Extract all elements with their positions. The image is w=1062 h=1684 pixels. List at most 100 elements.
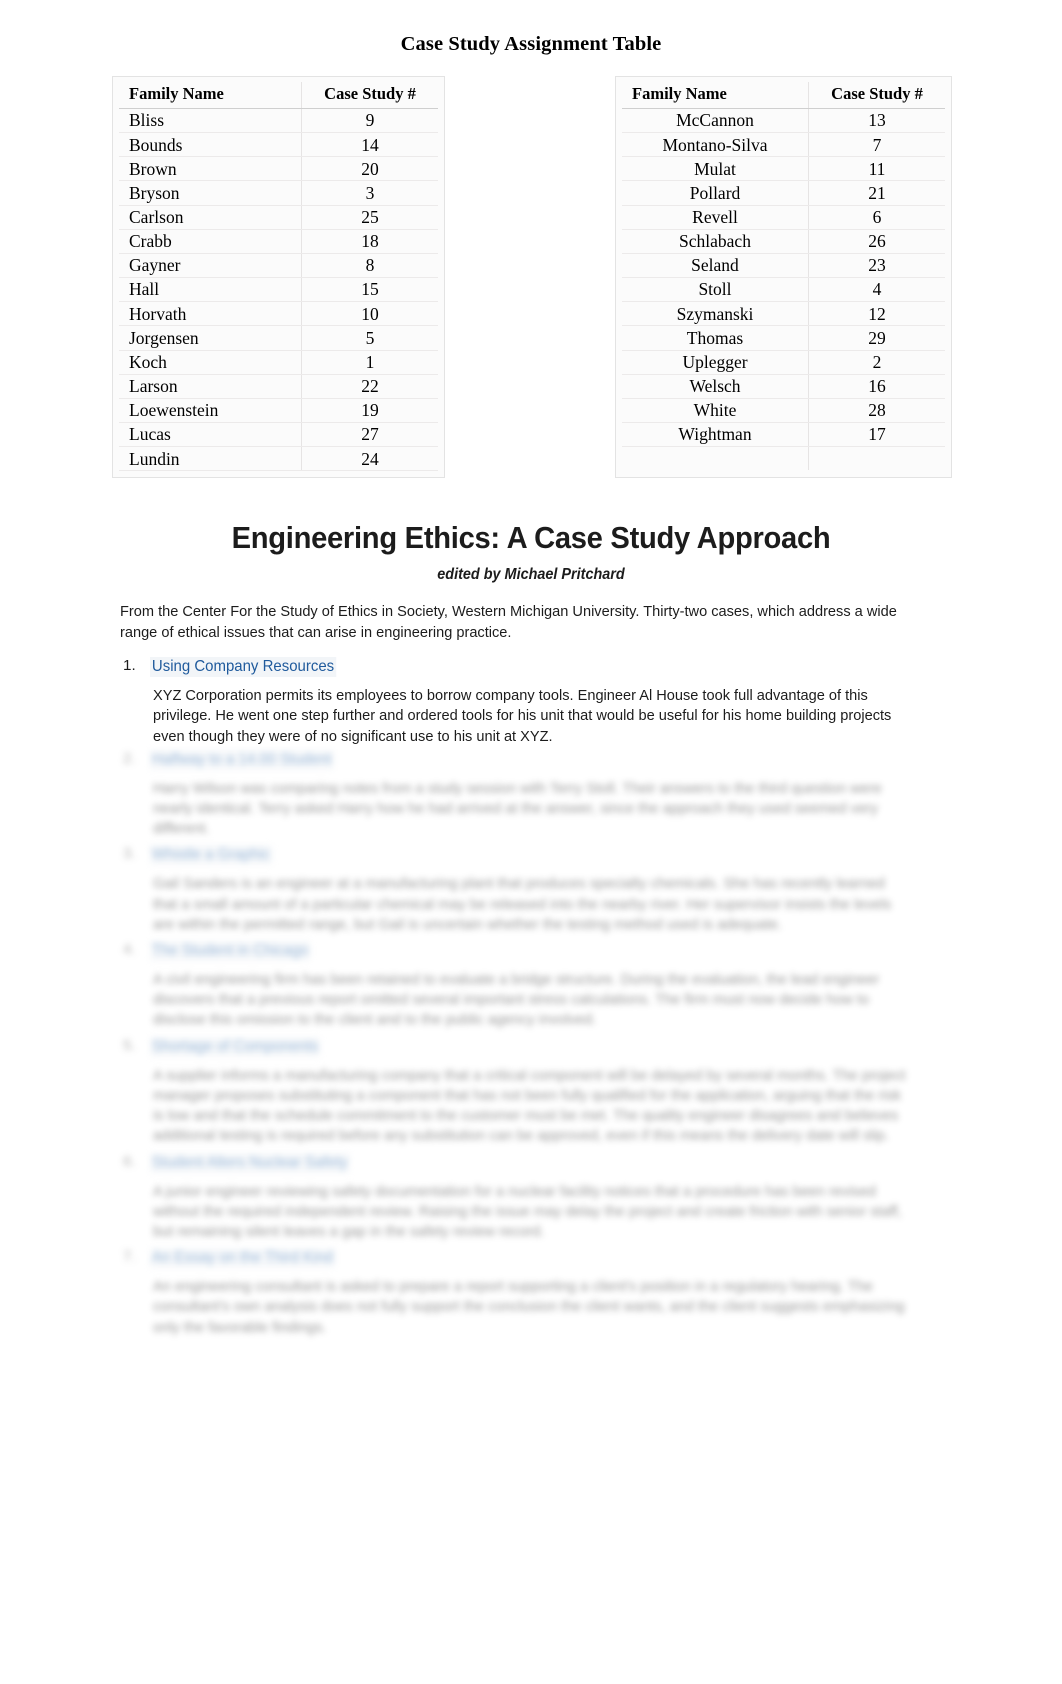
case-study-heading-row: 7. An Essay on the Third Kind [120,1248,942,1269]
cell-family-name: Szymanski [622,301,809,327]
table-row: Bryson 3 [119,180,438,206]
assignment-table-right: Family Name Case Study # McCannon 13 Monta… [615,76,952,479]
case-study-heading-row: 3. Whistle a Graphic [120,845,942,866]
cell-family-name: Gayner [119,253,302,279]
table-row: Lucas 27 [119,422,438,448]
table-row: Wightman 17 [622,422,945,448]
cell-family-name: Welsch [622,374,809,399]
cell-case-number: 3 [301,180,438,206]
case-study-heading-row: 2. Halfway to a 14.00 Student [120,749,942,770]
cell-family-name: Schlabach [622,229,809,254]
table-row: Welsch 16 [622,374,945,399]
cell-case-number: 21 [808,180,945,206]
cell-case-number: 4 [808,277,945,303]
table-row: Szymanski 12 [622,301,945,327]
case-study-link[interactable]: An Essay on the Third Kind [150,1248,335,1269]
case-study-description: Gail Sanders is an engineer at a manufac… [153,875,892,933]
cell-case-number: 14 [301,132,438,158]
case-study-link[interactable]: Whistle a Graphic [150,845,272,866]
case-study-number: 1. [123,657,136,675]
assignment-tables: Family Name Case Study # Bliss 9 Bounds 14 B… [0,76,1062,479]
cell-case-number: 26 [808,229,945,254]
column-header-case-study: Case Study # [301,82,438,109]
table-body-left: Bliss 9 Bounds 14 Brown 20 Bryson 3 Carlson 25 Cra… [119,108,438,472]
book-editor: edited by Michael Pritchard [437,566,625,584]
cell-case-number: 1 [301,350,438,375]
case-study-description: A supplier informs a manufacturing compa… [153,1066,906,1145]
case-study-heading-row: 1. Using Company Resources [120,657,942,678]
cell-family-name: Carlson [119,205,302,230]
cell-case-number: 29 [808,325,945,351]
case-study-item: 4. The Student in Chicago A civil engineer… [120,941,942,1031]
table-row: McCannon 13 [622,108,945,134]
table-row: Bliss 9 [119,108,438,134]
table-header-row: Family Name Case Study # [119,82,438,109]
table-row: Jorgensen 5 [119,325,438,351]
cell-family-name: White [622,398,809,424]
case-study-description: An engineering consultant is asked to pr… [153,1278,905,1336]
cell-case-number: 20 [301,156,438,182]
cell-family-name: Revell [622,205,809,230]
book-blurb: From the Center For the Study of Ethics … [120,603,897,641]
cell-case-number: 18 [301,229,438,254]
cell-case-number: 19 [301,398,438,424]
cell-family-name: McCannon [622,108,809,134]
case-study-list: 1. Using Company Resources XYZ Corporation… [120,657,942,1338]
cell-case-number: 22 [301,374,438,399]
case-study-description: A junior engineer reviewing safety docum… [153,1182,902,1240]
cell-family-name: Horvath [119,301,302,327]
book-section: Engineering Ethics: A Case Study Approac… [0,520,1062,1338]
cell-case-number: 13 [808,108,945,134]
cell-case-number: 6 [808,205,945,230]
case-study-link[interactable]: Shortage of Components [150,1036,321,1057]
case-study-description: A civil engineering firm has been retain… [153,971,880,1029]
cell-case-number: 17 [808,422,945,448]
cell-family-name: Wightman [622,422,809,448]
cell-family-name: Lucas [119,422,302,448]
case-study-item: 7. An Essay on the Third Kind An engineeri… [120,1248,942,1338]
cell-family-name: Thomas [622,325,809,351]
cell-case-number: 2 [808,350,945,375]
cell-family-name: Jorgensen [119,325,302,351]
case-study-item: 5. Shortage of Components A supplier infor… [120,1036,942,1147]
book-title: Engineering Ethics: A Case Study Approac… [231,520,831,556]
case-study-number: 7. [123,1248,136,1266]
case-study-link[interactable]: The Student in Chicago [150,941,311,962]
cell-family-name: Seland [622,253,809,279]
table-row: Hall 15 [119,277,438,303]
table-row: Stoll 4 [622,277,945,303]
cell-case-number: 16 [808,374,945,399]
cell-family-name: Brown [119,156,302,182]
case-study-item: 1. Using Company Resources XYZ Corporation… [120,657,942,747]
table-right: Family Name Case Study # McCannon 13 Monta… [622,82,945,471]
table-row: Lundin 24 [119,446,438,472]
case-study-number: 3. [123,845,136,863]
column-header-family-name: Family Name [622,82,809,109]
cell-family-name: Stoll [622,277,809,303]
case-study-number: 2. [123,749,136,767]
cell-case-number: 7 [808,132,945,158]
assignment-table-left: Family Name Case Study # Bliss 9 Bounds 14 B… [112,76,445,479]
table-header-row: Family Name Case Study # [622,82,945,109]
cell-case-number: 23 [808,253,945,279]
case-study-description: Harry Wilson was comparing notes from a … [153,779,882,838]
cell-empty [622,446,809,471]
table-row: Mulat 11 [622,156,945,182]
table-row: Crabb 18 [119,229,438,254]
cell-family-name: Larson [119,374,302,399]
cell-case-number: 27 [301,422,438,448]
cell-family-name: Loewenstein [119,398,302,424]
cell-family-name: Mulat [622,156,809,182]
table-row: Pollard 21 [622,180,945,206]
cell-family-name: Crabb [119,229,302,254]
cell-case-number: 15 [301,277,438,303]
case-study-link[interactable]: Halfway to a 14.00 Student [150,749,334,770]
case-study-link[interactable]: Using Company Resources [150,657,337,678]
document-page: Case Study Assignment Table Family Name … [0,0,1062,1684]
column-header-case-study: Case Study # [808,82,945,109]
page-title: Case Study Assignment Table [400,33,662,55]
case-study-link[interactable]: Student Alters Nuclear Safety [150,1152,350,1173]
column-header-family-name: Family Name [119,82,302,109]
case-study-item: 6. Student Alters Nuclear Safety A junior … [120,1152,942,1243]
cell-case-number: 5 [301,325,438,351]
